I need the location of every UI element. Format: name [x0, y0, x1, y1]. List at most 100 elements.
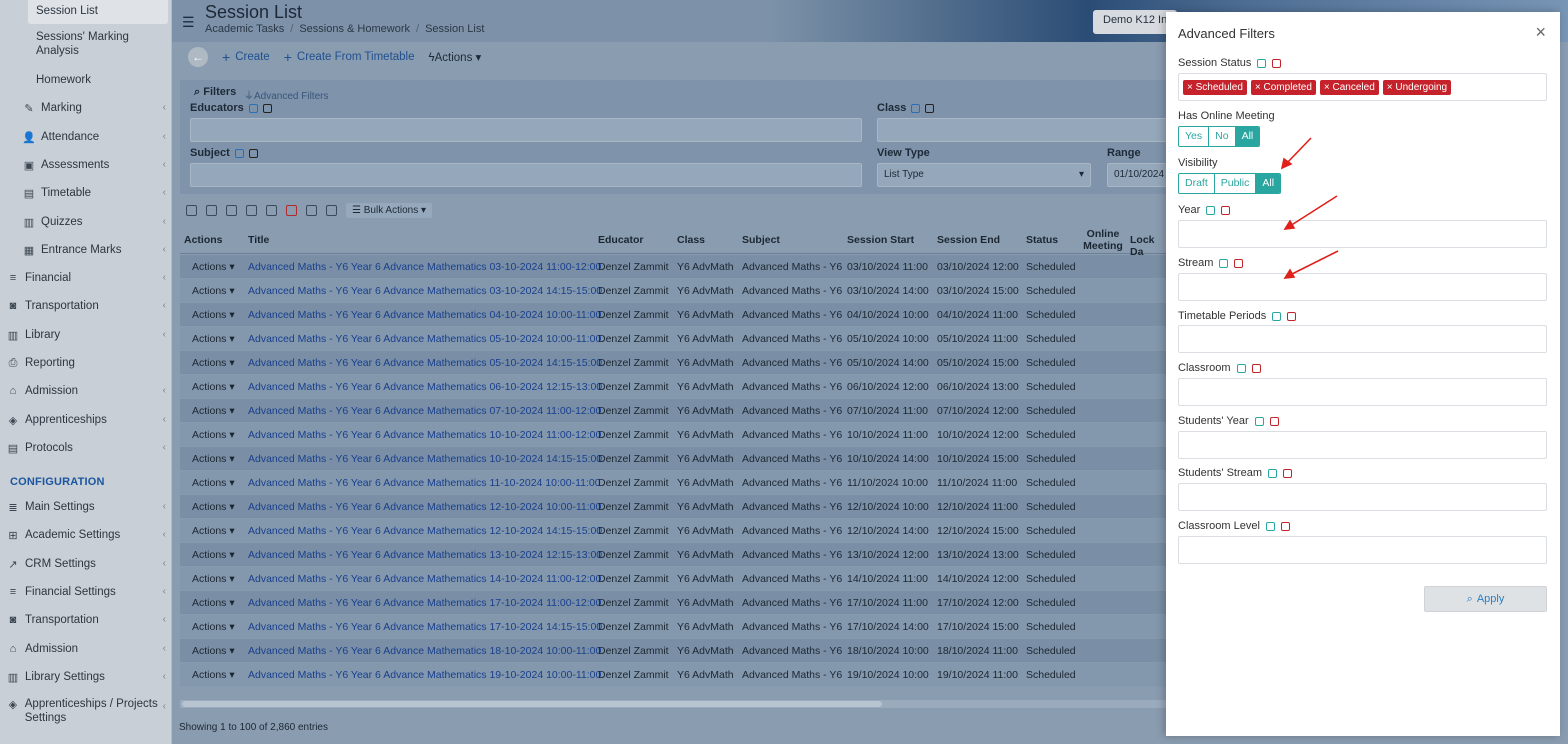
sidebar-item-main-settings[interactable]: ≣ Main Settings ‹ — [0, 494, 171, 520]
select-all-icon[interactable] — [1236, 363, 1246, 373]
online-no-option[interactable]: No — [1209, 127, 1236, 146]
view-type-select[interactable]: List Type ▾ — [877, 163, 1091, 187]
row-title-link[interactable]: Advanced Maths - Y6 Year 6 Advance Mathe… — [248, 669, 601, 681]
sidebar-item-library[interactable]: ▥ Library ‹ — [0, 322, 171, 348]
apply-button[interactable]: ⌕ Apply — [1424, 586, 1547, 612]
row-title-link[interactable]: Advanced Maths - Y6 Year 6 Advance Mathe… — [248, 621, 602, 633]
row-actions-dropdown[interactable]: Actions ▾ — [192, 429, 235, 441]
clear-icon[interactable] — [262, 103, 272, 113]
row-title-link[interactable]: Advanced Maths - Y6 Year 6 Advance Mathe… — [248, 453, 602, 465]
sidebar-item-admission[interactable]: ⌂ Admission ‹ — [0, 378, 171, 404]
row-actions-dropdown[interactable]: Actions ▾ — [192, 477, 235, 489]
col-online-meeting[interactable]: Online Meeting — [1083, 228, 1123, 252]
row-actions-dropdown[interactable]: Actions ▾ — [192, 669, 235, 681]
breadcrumb-item[interactable]: Sessions & Homework — [299, 23, 410, 35]
copy-icon[interactable] — [246, 204, 257, 216]
table-row[interactable]: Actions ▾ Advanced Maths - Y6 Year 6 Adva… — [180, 327, 1168, 351]
sidebar-item-apprenticeships-settings[interactable]: ◈ Apprenticeships / Projects Settings ‹ — [0, 694, 171, 728]
col-session-start[interactable]: Session Start — [847, 234, 914, 246]
row-actions-dropdown[interactable]: Actions ▾ — [192, 597, 235, 609]
table-row[interactable]: Actions ▾ Advanced Maths - Y6 Year 6 Adva… — [180, 567, 1168, 591]
create-from-timetable-button[interactable]: + Create From Timetable — [284, 49, 415, 65]
row-title-link[interactable]: Advanced Maths - Y6 Year 6 Advance Mathe… — [248, 597, 601, 609]
row-actions-dropdown[interactable]: Actions ▾ — [192, 261, 235, 273]
row-title-link[interactable]: Advanced Maths - Y6 Year 6 Advance Mathe… — [248, 573, 601, 585]
row-title-link[interactable]: Advanced Maths - Y6 Year 6 Advance Mathe… — [248, 285, 602, 297]
col-actions[interactable]: Actions — [184, 234, 223, 246]
table-row[interactable]: Actions ▾ Advanced Maths - Y6 Year 6 Adva… — [180, 447, 1168, 471]
row-actions-dropdown[interactable]: Actions ▾ — [192, 621, 235, 633]
select-all-icon[interactable] — [1254, 416, 1264, 426]
clear-icon[interactable] — [1234, 258, 1244, 268]
row-title-link[interactable]: Advanced Maths - Y6 Year 6 Advance Mathe… — [248, 501, 601, 513]
sidebar-item-session-list[interactable]: Session List — [28, 0, 168, 24]
row-title-link[interactable]: Advanced Maths - Y6 Year 6 Advance Mathe… — [248, 333, 601, 345]
table-row[interactable]: Actions ▾ Advanced Maths - Y6 Year 6 Adva… — [180, 351, 1168, 375]
table-row[interactable]: Actions ▾ Advanced Maths - Y6 Year 6 Adva… — [180, 423, 1168, 447]
row-actions-dropdown[interactable]: Actions ▾ — [192, 525, 235, 537]
select-all-icon[interactable] — [1268, 468, 1278, 478]
table-row[interactable]: Actions ▾ Advanced Maths - Y6 Year 6 Adva… — [180, 375, 1168, 399]
col-status[interactable]: Status — [1026, 234, 1058, 246]
table-row[interactable]: Actions ▾ Advanced Maths - Y6 Year 6 Adva… — [180, 255, 1168, 279]
clear-icon[interactable] — [1269, 416, 1279, 426]
sidebar-item-marking[interactable]: ✎ Marking ‹ — [0, 95, 171, 121]
table-row[interactable]: Actions ▾ Advanced Maths - Y6 Year 6 Adva… — [180, 543, 1168, 567]
row-title-link[interactable]: Advanced Maths - Y6 Year 6 Advance Mathe… — [248, 381, 602, 393]
status-tag[interactable]: × Scheduled — [1183, 79, 1247, 95]
sidebar-item-apprenticeships[interactable]: ◈ Apprenticeships ‹ — [0, 407, 171, 433]
table-row[interactable]: Actions ▾ Advanced Maths - Y6 Year 6 Adva… — [180, 663, 1168, 687]
export-icon[interactable] — [326, 204, 337, 216]
row-actions-dropdown[interactable]: Actions ▾ — [192, 309, 235, 321]
clear-icon[interactable] — [1280, 521, 1290, 531]
breadcrumb-item[interactable]: Academic Tasks — [205, 23, 284, 35]
sidebar-item-assessments[interactable]: ▣ Assessments ‹ — [0, 152, 171, 178]
sidebar-item-homework[interactable]: Homework — [0, 67, 171, 93]
select-all-icon[interactable] — [266, 204, 277, 216]
col-subject[interactable]: Subject — [742, 234, 780, 246]
select-all-icon[interactable] — [911, 103, 921, 113]
row-title-link[interactable]: Advanced Maths - Y6 Year 6 Advance Mathe… — [248, 357, 602, 369]
educators-input[interactable] — [190, 118, 862, 142]
horizontal-scrollbar[interactable] — [180, 700, 1168, 708]
table-row[interactable]: Actions ▾ Advanced Maths - Y6 Year 6 Adva… — [180, 471, 1168, 495]
table-row[interactable]: Actions ▾ Advanced Maths - Y6 Year 6 Adva… — [180, 399, 1168, 423]
print-icon[interactable] — [186, 204, 197, 216]
row-title-link[interactable]: Advanced Maths - Y6 Year 6 Advance Mathe… — [248, 429, 601, 441]
sidebar-item-attendance[interactable]: 👤 Attendance ‹ — [0, 124, 171, 150]
classroom-input[interactable] — [1178, 378, 1547, 406]
row-actions-dropdown[interactable]: Actions ▾ — [192, 285, 235, 297]
status-tag[interactable]: × Completed — [1250, 79, 1316, 95]
sidebar-item-admission-settings[interactable]: ⌂ Admission ‹ — [0, 636, 171, 662]
select-all-icon[interactable] — [248, 103, 258, 113]
online-all-option[interactable]: All — [1235, 127, 1260, 146]
status-tag[interactable]: × Canceled — [1319, 79, 1379, 95]
advanced-filters-link[interactable]: ⏚Advanced Filters — [244, 87, 328, 102]
sidebar-item-reporting[interactable]: ⎙ Reporting — [0, 350, 171, 376]
table-row[interactable]: Actions ▾ Advanced Maths - Y6 Year 6 Adva… — [180, 519, 1168, 543]
sidebar-item-marking-analysis[interactable]: Sessions' Marking Analysis — [0, 28, 150, 60]
row-title-link[interactable]: Advanced Maths - Y6 Year 6 Advance Mathe… — [248, 549, 602, 561]
back-button[interactable]: ← — [188, 47, 208, 67]
visibility-draft-option[interactable]: Draft — [1179, 174, 1215, 193]
stream-input[interactable] — [1178, 273, 1547, 301]
row-actions-dropdown[interactable]: Actions ▾ — [192, 357, 235, 369]
col-session-end[interactable]: Session End — [937, 234, 1000, 246]
clear-icon[interactable] — [248, 148, 258, 158]
clear-icon[interactable] — [1283, 468, 1293, 478]
table-row[interactable]: Actions ▾ Advanced Maths - Y6 Year 6 Adva… — [180, 303, 1168, 327]
class-input[interactable] — [877, 118, 1177, 142]
company-selector[interactable]: Demo K12 In — [1093, 10, 1178, 34]
clear-icon[interactable] — [925, 103, 935, 113]
timetable-periods-input[interactable] — [1178, 325, 1547, 353]
sidebar-item-transportation[interactable]: ◙ Transportation ‹ — [0, 293, 171, 319]
row-actions-dropdown[interactable]: Actions ▾ — [192, 381, 235, 393]
online-yes-option[interactable]: Yes — [1179, 127, 1210, 146]
row-actions-dropdown[interactable]: Actions ▾ — [192, 333, 235, 345]
sidebar-item-library-settings[interactable]: ▥ Library Settings ‹ — [0, 664, 171, 690]
students-year-input[interactable] — [1178, 431, 1547, 459]
sidebar-item-timetable[interactable]: ▤ Timetable ‹ — [0, 180, 171, 206]
sidebar-item-transportation-settings[interactable]: ◙ Transportation ‹ — [0, 607, 171, 633]
sidebar-item-financial[interactable]: ≡ Financial ‹ — [0, 265, 171, 291]
table-row[interactable]: Actions ▾ Advanced Maths - Y6 Year 6 Adva… — [180, 495, 1168, 519]
